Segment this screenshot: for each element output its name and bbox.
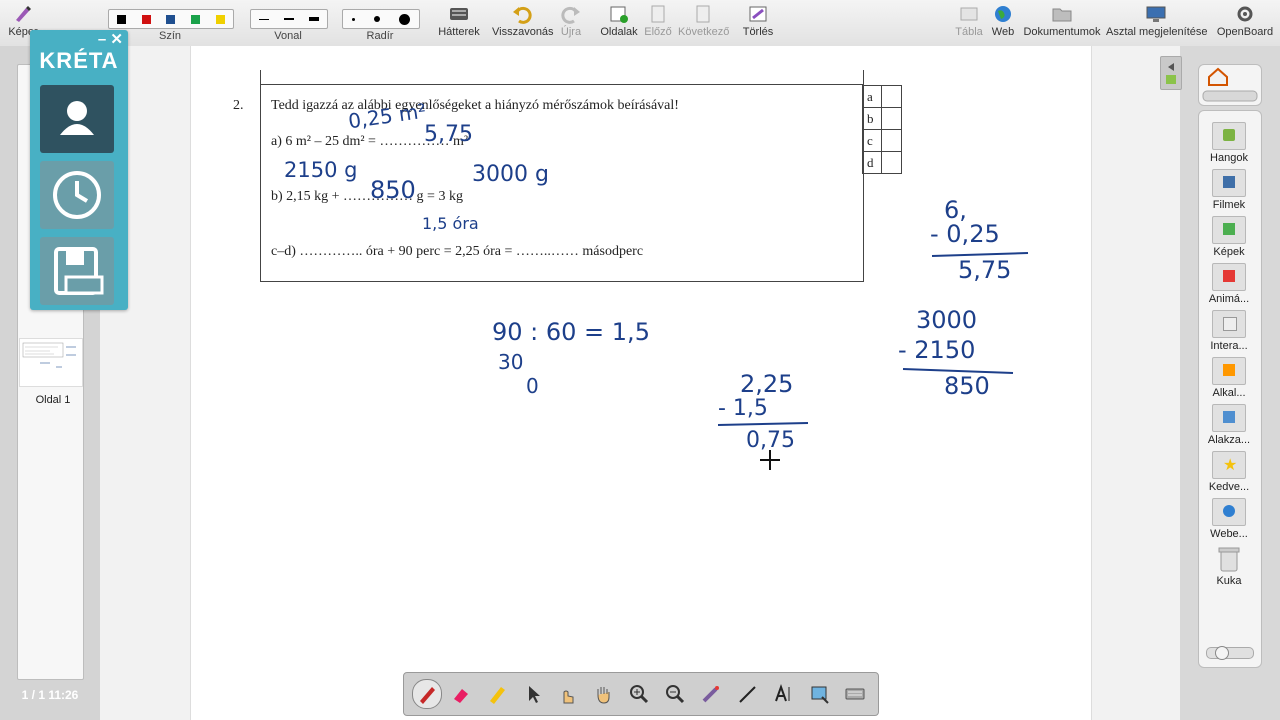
library-item-label: Hangok [1210, 152, 1248, 164]
library-nav [1198, 64, 1262, 106]
library-item-trash[interactable]: Kuka [1200, 545, 1258, 587]
pen-icon [420, 687, 435, 704]
minimize-icon[interactable]: – [98, 31, 106, 48]
library-item-shapes[interactable]: Alakza... [1200, 404, 1258, 446]
crosshair-cursor-icon [760, 450, 780, 470]
trash-icon [1218, 547, 1240, 572]
arrow-cursor-icon [529, 686, 540, 703]
text-icon [775, 684, 790, 702]
interact-tool-button[interactable] [556, 683, 578, 705]
kreta-close-button[interactable]: – ✕ [98, 30, 123, 48]
eraser-icon [454, 689, 468, 703]
kreta-user-button[interactable] [40, 85, 114, 153]
library-item-label: Kuka [1216, 575, 1242, 587]
library-item-animations[interactable]: Animá... [1200, 263, 1258, 305]
keyboard-icon [845, 688, 865, 700]
pointer-hand-icon [563, 690, 574, 704]
shapes-folder-icon [1212, 404, 1246, 432]
zoom-out-button[interactable] [664, 683, 686, 705]
close-icon[interactable]: ✕ [110, 31, 123, 48]
clock-icon [53, 171, 101, 219]
library-item-label: Webe... [1210, 528, 1248, 540]
library-item-images[interactable]: Képek [1200, 216, 1258, 258]
library-item-label: Alkal... [1212, 387, 1246, 399]
laser-pointer-button[interactable] [700, 683, 722, 705]
ink-underline [717, 422, 809, 426]
virtual-keyboard-button[interactable] [844, 683, 866, 705]
pen-tool-button[interactable] [412, 679, 442, 709]
library-item-sounds[interactable]: Hangok [1200, 122, 1258, 164]
ink-underline [902, 368, 1014, 374]
apps-folder-icon [1212, 357, 1246, 385]
kreta-widget[interactable]: – ✕ KRÉTA [30, 30, 128, 310]
collapse-arrow-icon [1166, 63, 1176, 84]
library-item-movies[interactable]: Filmek [1200, 169, 1258, 211]
library-item-label: Alakza... [1207, 434, 1251, 446]
tool-palette [403, 672, 879, 716]
hand-tool-button[interactable] [592, 683, 614, 705]
image-folder-icon [1212, 216, 1246, 244]
line-tool-button[interactable] [736, 683, 758, 705]
eraser-tool-button[interactable] [450, 683, 472, 705]
laser-pointer-icon [702, 686, 719, 703]
capture-icon [811, 686, 829, 704]
zoom-in-icon [630, 685, 649, 704]
save-icon [54, 247, 104, 295]
library-collapse-handle[interactable] [1160, 56, 1182, 90]
kreta-save-button[interactable] [40, 237, 114, 305]
library-item-web-search[interactable]: Webe... [1200, 498, 1258, 540]
kreta-logo: KRÉTA [39, 48, 119, 73]
library-item-label: Kedve... [1208, 481, 1250, 493]
hand-icon [597, 687, 610, 704]
film-folder-icon [1212, 169, 1246, 197]
highlighter-tool-button[interactable] [486, 683, 508, 705]
line-icon [739, 686, 756, 703]
sound-folder-icon [1212, 122, 1246, 150]
hand-folder-icon [1212, 310, 1246, 338]
library-item-interactivities[interactable]: Intera... [1200, 310, 1258, 352]
library-item-applications[interactable]: Alkal... [1200, 357, 1258, 399]
library-item-favorites[interactable]: ★ Kedve... [1200, 451, 1258, 493]
star-folder-icon: ★ [1212, 451, 1246, 479]
slider-handle[interactable] [1215, 646, 1229, 660]
capture-tool-button[interactable] [808, 683, 830, 705]
library-item-label: Filmek [1212, 199, 1246, 211]
text-tool-button[interactable] [772, 683, 794, 705]
library-item-label: Intera... [1210, 340, 1248, 352]
select-tool-button[interactable] [522, 683, 544, 705]
library-zoom-slider[interactable] [1206, 646, 1254, 660]
user-icon [60, 101, 94, 135]
zoom-out-icon [666, 685, 685, 704]
flash-folder-icon [1212, 263, 1246, 291]
ink-strokes-layer [717, 252, 1029, 470]
zoom-in-button[interactable] [628, 683, 650, 705]
home-icon[interactable] [1199, 65, 1261, 105]
ink-underline [931, 252, 1029, 257]
globe-folder-icon [1212, 498, 1246, 526]
library-item-label: Képek [1213, 246, 1245, 258]
library-item-label: Animá... [1208, 293, 1250, 305]
highlighter-icon [490, 687, 505, 704]
kreta-clock-button[interactable] [40, 161, 114, 229]
